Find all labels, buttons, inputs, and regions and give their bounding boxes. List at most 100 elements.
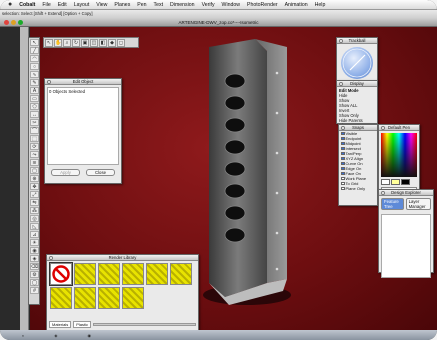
pen-swatch[interactable] (401, 179, 410, 185)
sweep-tool-icon[interactable]: ⤳ (30, 151, 39, 158)
close-icon[interactable] (49, 256, 53, 260)
zoom-icon[interactable]: ⌕ (63, 39, 71, 47)
close-icon[interactable] (381, 191, 385, 195)
hand-icon[interactable]: ✋ (54, 39, 62, 47)
materials-dropdown[interactable]: Materials (49, 321, 72, 328)
snap-checkbox[interactable] (341, 151, 345, 156)
no-material-swatch[interactable] (49, 262, 73, 286)
rotate-icon[interactable]: ↻ (72, 39, 80, 47)
material-swatch[interactable] (50, 287, 72, 309)
snap-row[interactable]: Plane Only (339, 186, 377, 191)
trackball-sphere[interactable] (341, 47, 373, 79)
menu-animation[interactable]: Animation (285, 2, 308, 8)
minimize-window-button[interactable] (11, 20, 16, 25)
circle-tool-icon[interactable]: ○ (30, 63, 39, 70)
rect-tool-icon[interactable]: ▭ (30, 95, 39, 102)
pen-tool-icon[interactable]: ✎ (30, 79, 39, 86)
material-swatch[interactable] (98, 287, 120, 309)
menu-planes[interactable]: Planes (114, 2, 130, 8)
menu-view[interactable]: View (96, 2, 107, 8)
edit-object-titlebar[interactable]: Edit Object (45, 79, 121, 85)
apply-button[interactable]: Apply (51, 169, 80, 176)
side-view-icon[interactable]: ◧ (99, 39, 107, 47)
plastic-dropdown[interactable]: Plastic (73, 321, 92, 328)
fillet-tool-icon[interactable]: ⌒ (30, 127, 39, 134)
arc-tool-icon[interactable]: ◠ (30, 55, 39, 62)
material-swatch[interactable] (170, 263, 192, 285)
pen-swatch[interactable] (381, 179, 390, 185)
close-icon[interactable] (339, 82, 343, 86)
snap-checkbox[interactable] (341, 176, 345, 181)
revolve-tool-icon[interactable]: ⟳ (30, 143, 39, 150)
scale-tool-icon[interactable]: ⤢ (30, 191, 39, 198)
trim-tool-icon[interactable]: ✂ (30, 119, 39, 126)
color-spectrum[interactable] (381, 133, 417, 177)
menu-dimension[interactable]: Dimension (170, 2, 195, 8)
material-swatch[interactable] (74, 287, 96, 309)
material-swatch[interactable] (122, 287, 144, 309)
array-tool-icon[interactable]: ⁂ (30, 207, 39, 214)
shell-tool-icon[interactable]: ▢ (30, 167, 39, 174)
menu-edit[interactable]: Edit (58, 2, 67, 8)
apple-icon[interactable]: ● (8, 1, 12, 8)
text-tool-icon[interactable]: A (30, 87, 39, 94)
spline-tool-icon[interactable]: ∿ (30, 71, 39, 78)
dock-app-icon[interactable]: ◉ (88, 333, 92, 338)
camera-tool-icon[interactable]: ◉ (30, 247, 39, 254)
select-arrow-icon[interactable]: ↖ (45, 39, 53, 47)
menu-pen[interactable]: Pen (137, 2, 146, 8)
design-explorer-titlebar[interactable]: Design Explorer (379, 190, 433, 196)
loft-tool-icon[interactable]: ≋ (30, 159, 39, 166)
move-tool-icon[interactable]: ✥ (30, 183, 39, 190)
feature-tree-view[interactable] (381, 214, 431, 278)
default-pen-titlebar[interactable]: Default Pen (379, 125, 419, 131)
dock-app-icon[interactable]: ◈ (54, 333, 57, 338)
chamfer-tool-icon[interactable]: ◺ (30, 223, 39, 230)
snap-checkbox[interactable] (341, 141, 345, 146)
zoom-window-button[interactable] (18, 20, 23, 25)
boolean-tool-icon[interactable]: ⊕ (30, 175, 39, 182)
swatch-size-slider[interactable] (93, 323, 196, 326)
pen-swatch[interactable] (391, 179, 400, 185)
material-swatch[interactable] (146, 263, 168, 285)
snap-checkbox[interactable] (341, 131, 345, 136)
material-swatch[interactable] (122, 263, 144, 285)
hole-tool-icon[interactable]: ◎ (30, 215, 39, 222)
line-tool-icon[interactable]: ╱ (30, 47, 39, 54)
wireframe-icon[interactable]: ◻ (117, 39, 125, 47)
material-swatch[interactable] (98, 263, 120, 285)
display-titlebar[interactable]: Display (337, 81, 377, 87)
3d-model[interactable] (195, 33, 307, 313)
snap-checkbox[interactable] (341, 136, 345, 141)
menu-window[interactable]: Window (222, 2, 240, 8)
menu-file[interactable]: File (42, 2, 50, 8)
gear-tool-icon[interactable]: ⚙ (30, 271, 39, 278)
menu-text[interactable]: Text (154, 2, 164, 8)
app-menu[interactable]: Cobalt (19, 2, 35, 8)
menu-verify[interactable]: Verify (202, 2, 215, 8)
finder-icon[interactable]: ◐ (22, 333, 24, 338)
snap-checkbox[interactable] (341, 146, 345, 151)
snap-checkbox[interactable] (341, 171, 345, 176)
snap-checkbox[interactable] (341, 161, 345, 166)
front-view-icon[interactable]: ◫ (90, 39, 98, 47)
snap-checkbox[interactable] (341, 166, 345, 171)
measure-tool-icon[interactable]: ⊿ (30, 231, 39, 238)
eraser-tool-icon[interactable]: ⌫ (30, 263, 39, 270)
close-button[interactable]: Close (86, 169, 115, 176)
tab-feature-tree[interactable]: Feature Tree (381, 198, 404, 210)
close-icon[interactable] (47, 80, 51, 84)
pointer-tool-icon[interactable]: ↖ (30, 39, 39, 46)
close-window-button[interactable] (4, 20, 9, 25)
mirror-tool-icon[interactable]: ⇋ (30, 199, 39, 206)
menu-photorender[interactable]: PhotoRender (247, 2, 278, 8)
render-view-icon[interactable]: ◆ (108, 39, 116, 47)
light-tool-icon[interactable]: ☀ (30, 239, 39, 246)
trackball-titlebar[interactable]: Trackball (337, 38, 377, 44)
extrude-tool-icon[interactable]: ⬚ (30, 135, 39, 142)
snap-checkbox[interactable] (341, 156, 345, 161)
close-icon[interactable] (381, 126, 385, 130)
ring-tool-icon[interactable]: ◯ (30, 279, 39, 286)
menu-layout[interactable]: Layout (74, 2, 90, 8)
material-swatch[interactable] (74, 263, 96, 285)
